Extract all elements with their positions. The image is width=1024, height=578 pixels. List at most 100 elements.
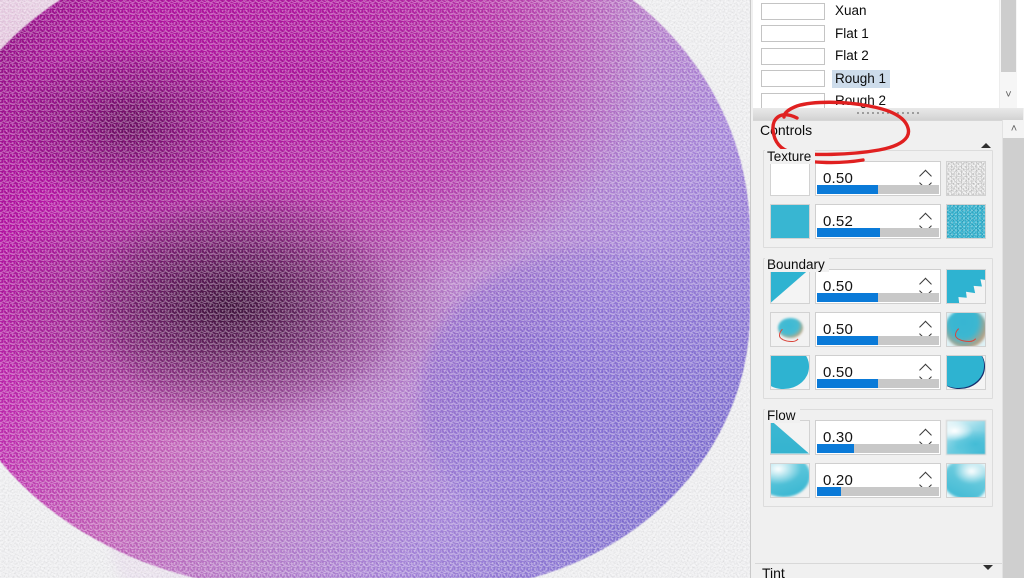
slider-track-boundary-bleed[interactable]: [817, 335, 939, 345]
group-texture: Texture 0.50 0.52: [763, 149, 993, 248]
spinner-arrows[interactable]: [921, 430, 932, 445]
spinner-arrows[interactable]: [921, 214, 932, 229]
collapse-triangle-up-icon[interactable]: [981, 127, 991, 148]
thumb-max-flow-diffusion[interactable]: [946, 419, 986, 455]
list-item[interactable]: Xuan: [753, 0, 1024, 23]
list-item[interactable]: Flat 1: [753, 23, 1024, 46]
preset-swatch: [761, 70, 825, 88]
spinner-arrows[interactable]: [921, 365, 932, 380]
controls-header[interactable]: Controls: [753, 121, 1003, 148]
group-legend-texture: Texture: [765, 149, 816, 164]
group-flow: Flow 0.30 0.20: [763, 408, 993, 507]
triangle-up-icon: [981, 127, 991, 148]
slider-fill: [817, 292, 878, 302]
list-item-label: Flat 2: [835, 48, 869, 63]
right-dock-panel: Xuan Flat 1 Flat 2 Rough 1 Rough 2 ˅ Con…: [750, 0, 1024, 578]
slider-fill: [817, 227, 881, 237]
controls-panel: Controls Texture 0.50 0.52 Boundary 0.50…: [753, 120, 1003, 578]
scrollbar-thumb[interactable]: [1001, 0, 1016, 72]
painting-canvas[interactable]: [0, 0, 750, 578]
param-row-flow-turbulence: 0.20: [770, 462, 986, 498]
thumb-max-texture-strength[interactable]: [946, 203, 986, 239]
spinner-up-icon[interactable]: [921, 322, 932, 328]
list-item-label: Flat 1: [835, 25, 869, 41]
chevron-up-icon: ˄: [1010, 122, 1018, 135]
group-legend-boundary: Boundary: [765, 257, 829, 272]
slider-fill: [817, 335, 878, 345]
controls-panel-scrollbar[interactable]: ˄: [1002, 120, 1024, 578]
list-item[interactable]: Rough 2: [753, 90, 1024, 108]
param-row-boundary-roughness: 0.50: [770, 268, 986, 304]
spinbox-boundary-roughness[interactable]: 0.50: [815, 268, 941, 304]
spinner-up-icon[interactable]: [921, 214, 932, 220]
list-item-selected[interactable]: Rough 1: [753, 68, 1024, 91]
thumb-min-flow-diffusion[interactable]: [770, 419, 810, 455]
thumb-max-boundary-bleed[interactable]: [946, 311, 986, 347]
list-item-label: Rough 1: [832, 69, 891, 88]
spinner-arrows[interactable]: [921, 279, 932, 294]
group-box-texture: 0.50 0.52: [763, 150, 993, 248]
slider-fill: [817, 378, 878, 388]
spinner-up-icon[interactable]: [921, 430, 932, 436]
preset-swatch: [761, 47, 825, 65]
thumb-max-boundary-darkening[interactable]: [946, 354, 986, 390]
slider-fill: [817, 486, 842, 496]
preset-swatch: [761, 25, 825, 43]
spinner-up-icon[interactable]: [921, 365, 932, 371]
spinbox-boundary-bleed[interactable]: 0.50: [815, 311, 941, 347]
slider-track-boundary-roughness[interactable]: [817, 292, 939, 302]
preset-swatch: [761, 2, 825, 20]
tint-header[interactable]: Tint: [755, 563, 1003, 578]
spinbox-texture-scale[interactable]: 0.50: [815, 160, 941, 196]
spinner-up-icon[interactable]: [921, 171, 932, 177]
slider-fill: [817, 184, 878, 194]
thumb-min-boundary-bleed[interactable]: [770, 311, 810, 347]
param-row-texture-scale: 0.50: [770, 160, 986, 196]
slider-fill: [817, 443, 854, 453]
preset-swatch: [761, 92, 825, 108]
thumb-max-texture-scale[interactable]: [946, 160, 986, 196]
param-row-texture-strength: 0.52: [770, 203, 986, 239]
thumb-min-flow-turbulence[interactable]: [770, 462, 810, 498]
spinner-up-icon[interactable]: [921, 473, 932, 479]
controls-title: Controls: [760, 122, 813, 138]
triangle-down-icon: [983, 565, 993, 578]
slider-track-texture-strength[interactable]: [817, 227, 939, 237]
param-row-boundary-darkening: 0.50: [770, 354, 986, 390]
spinbox-boundary-darkening[interactable]: 0.50: [815, 354, 941, 390]
thumb-min-texture-strength[interactable]: [770, 203, 810, 239]
group-box-boundary: 0.50 0.50 0.50: [763, 258, 993, 399]
preset-list-scrollbar[interactable]: ˅: [999, 0, 1017, 108]
list-item-label: Rough 2: [835, 93, 887, 108]
brush-preset-list[interactable]: Xuan Flat 1 Flat 2 Rough 1 Rough 2: [753, 0, 1024, 108]
spinbox-flow-turbulence[interactable]: 0.20: [815, 462, 941, 498]
spinner-arrows[interactable]: [921, 322, 932, 337]
group-legend-flow: Flow: [765, 408, 800, 423]
thumb-min-boundary-darkening[interactable]: [770, 354, 810, 390]
slider-track-flow-turbulence[interactable]: [817, 486, 939, 496]
thumb-min-boundary-roughness[interactable]: [770, 268, 810, 304]
slider-track-flow-diffusion[interactable]: [817, 443, 939, 453]
edge-darkening-rim: [0, 0, 750, 578]
tint-title: Tint: [762, 565, 785, 578]
scroll-up-arrow-icon[interactable]: ˄: [1003, 120, 1024, 138]
scroll-down-arrow-icon[interactable]: ˅: [1000, 87, 1017, 103]
thumb-max-boundary-roughness[interactable]: [946, 268, 986, 304]
main-watercolor-wash: [0, 0, 750, 578]
slider-track-texture-scale[interactable]: [817, 184, 939, 194]
chevron-down-icon: ˅: [1005, 88, 1012, 101]
param-row-boundary-bleed: 0.50: [770, 311, 986, 347]
group-boundary: Boundary 0.50 0.50 0.50: [763, 257, 993, 399]
thumb-min-texture-scale[interactable]: [770, 160, 810, 196]
collapse-triangle-down-icon[interactable]: [983, 565, 993, 578]
spinner-arrows[interactable]: [921, 171, 932, 186]
slider-track-boundary-darkening[interactable]: [817, 378, 939, 388]
spinbox-flow-diffusion[interactable]: 0.30: [815, 419, 941, 455]
list-item[interactable]: Flat 2: [753, 45, 1024, 68]
spinner-arrows[interactable]: [921, 473, 932, 488]
spinner-up-icon[interactable]: [921, 279, 932, 285]
thumb-max-flow-turbulence[interactable]: [946, 462, 986, 498]
spinbox-texture-strength[interactable]: 0.52: [815, 203, 941, 239]
app-window: Xuan Flat 1 Flat 2 Rough 1 Rough 2 ˅ Con…: [0, 0, 1024, 578]
panel-splitter[interactable]: [753, 108, 1023, 120]
